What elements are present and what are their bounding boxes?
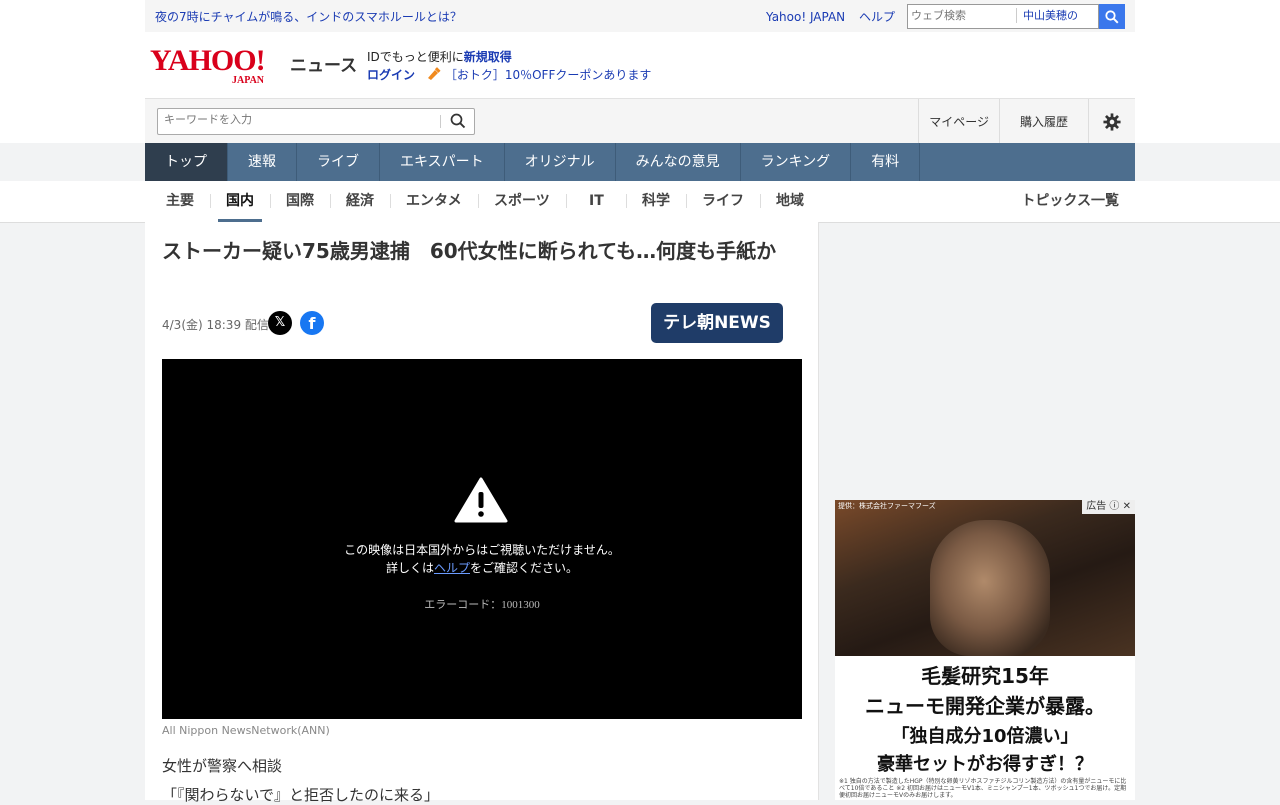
divider [210, 194, 211, 208]
topic-tab-sports[interactable]: スポーツ [494, 181, 550, 219]
x-share-icon[interactable]: 𝕏 [268, 311, 292, 335]
topic-tab-region[interactable]: 地域 [776, 181, 804, 219]
divider [566, 194, 567, 208]
purchase-history-link[interactable]: 購入履歴 [998, 99, 1088, 144]
site-header: YAHOO! JAPAN ニュース IDでもっと便利に新規取得 ログイン ［おト… [0, 32, 1280, 98]
ad-banner[interactable]: 提供：株式会社ファーマフーズ 広告 ⓘ ✕ 毛髪研究15年 ニューモ開発企業が暴… [835, 500, 1135, 800]
yahoo-news-logo[interactable]: YAHOO! JAPAN ニュース [150, 44, 357, 87]
facebook-share-icon[interactable]: f [300, 311, 324, 335]
web-search-input[interactable] [908, 5, 1018, 26]
top-links: Yahoo! JAPAN ヘルプ [756, 8, 895, 25]
video-player[interactable]: この映像は日本国外からはご視聴いただけません。 詳しくはヘルプをご確認ください。… [162, 359, 802, 719]
ad-label-text: 広告 [1086, 501, 1107, 512]
register-link[interactable]: 新規取得 [464, 50, 512, 64]
video-help-pre: 詳しくは [385, 561, 434, 575]
topic-tab-entertainment[interactable]: エンタメ [406, 181, 462, 219]
ad-headline-3: 「独自成分10倍濃い」 [891, 726, 1079, 747]
topic-tab-it[interactable]: IT [589, 181, 604, 219]
search-row-inner: マイページ 購入履歴 [145, 98, 1135, 144]
top-bar: 夜の7時にチャイムが鳴る、インドのスマホルールとは？ Yahoo! JAPAN … [0, 0, 1280, 32]
search-icon[interactable] [450, 113, 466, 129]
warning-icon [454, 477, 508, 523]
article-title: ストーカー疑い75歳男逮捕 60代女性に断られても…何度も手紙か [162, 239, 777, 263]
ad-provider: 提供：株式会社ファーマフーズ [838, 502, 936, 510]
topic-tab-domestic[interactable]: 国内 [218, 181, 262, 222]
logo-yahoo: YAHOO! [150, 44, 266, 77]
video-help-message: 詳しくはヘルプをご確認ください。 [162, 559, 802, 576]
keyword-search-box [157, 108, 475, 135]
video-help-link[interactable]: ヘルプ [434, 561, 470, 575]
article-body-line: 女性が警察へ相談 [162, 757, 283, 775]
logo-japan: JAPAN [232, 75, 265, 86]
ad-label[interactable]: 広告 ⓘ ✕ [1082, 500, 1135, 514]
main-nav: トップ 速報 ライブ エキスパート オリジナル みんなの意見 ランキング 有料 [145, 143, 1135, 181]
article-body-line: 「『関わらないで』と拒否したのに来る」 [162, 786, 440, 804]
search-row: マイページ 購入履歴 [0, 98, 1280, 144]
gear-icon [1103, 112, 1121, 131]
nav-opinion[interactable]: みんなの意見 [616, 143, 741, 181]
video-error-code: エラーコード：1001300 [424, 599, 540, 611]
ad-portrait [930, 520, 1050, 656]
all-topics-link[interactable]: トピックス一覧 [1021, 181, 1119, 221]
divider [478, 194, 479, 208]
divider [390, 194, 391, 208]
web-search-box: 中山美穂の [907, 4, 1099, 29]
logo-news: ニュース [290, 56, 358, 76]
top-bar-inner: 夜の7時にチャイムが鳴る、インドのスマホルールとは？ Yahoo! JAPAN … [145, 0, 1135, 32]
topic-subnav: 主要 国内 国際 経済 エンタメ スポーツ IT 科学 ライフ 地域 トピックス… [0, 181, 1280, 223]
mypage-link[interactable]: マイページ [918, 99, 999, 144]
nav-ranking[interactable]: ランキング [741, 143, 852, 181]
ad-headline-2: ニューモ開発企業が暴露。 [865, 694, 1105, 718]
video-credit: All Nippon NewsNetwork(ANN) [162, 724, 330, 737]
id-promo: IDでもっと便利に新規取得 ログイン ［おトク］10％OFFクーポンあります [367, 48, 651, 84]
ad-fine-print: ※1 独自の方法で製造したHGP（特別な卵黄リゾホスファチジルコリン製造方法）の… [839, 778, 1127, 799]
nav-paid[interactable]: 有料 [851, 143, 921, 181]
topic-tab-science[interactable]: 科学 [642, 181, 670, 219]
search-icon [1105, 9, 1119, 24]
nav-expert[interactable]: エキスパート [380, 143, 505, 181]
topic-tab-life[interactable]: ライフ [702, 181, 744, 219]
search-divider [440, 115, 441, 128]
nav-live[interactable]: ライブ [297, 143, 380, 181]
id-promo-text: IDでもっと便利に [367, 50, 464, 64]
divider [686, 194, 687, 208]
promo-link[interactable]: 夜の7時にチャイムが鳴る、インドのスマホルールとは？ [155, 8, 462, 25]
nav-top[interactable]: トップ [145, 143, 228, 181]
divider [760, 194, 761, 208]
topic-tab-world[interactable]: 国際 [286, 181, 314, 219]
video-unavailable-message: この映像は日本国外からはご視聴いただけません。 [344, 543, 620, 557]
publisher-logo[interactable]: テレ朝NEWS [651, 303, 783, 343]
nav-original[interactable]: オリジナル [505, 143, 616, 181]
nav-breaking[interactable]: 速報 [228, 143, 297, 181]
info-icon[interactable]: ⓘ [1109, 501, 1119, 512]
coupon-icon [427, 67, 441, 80]
article-date: 4/3(金) 18:39 配信 [162, 318, 269, 332]
divider [270, 194, 271, 208]
yahoo-japan-link[interactable]: Yahoo! JAPAN [766, 10, 845, 24]
user-menu: マイページ 購入履歴 [918, 99, 1135, 144]
video-help-post: をご確認ください。 [470, 561, 579, 575]
coupon-link[interactable]: ［おトク］10％OFFクーポンあります [445, 68, 652, 82]
keyword-search-input[interactable] [162, 113, 436, 127]
divider [626, 194, 627, 208]
topic-tab-main[interactable]: 主要 [166, 181, 194, 219]
help-link[interactable]: ヘルプ [859, 10, 895, 24]
ad-headline-1: 毛髪研究15年 [921, 664, 1049, 688]
web-search-button[interactable] [1099, 4, 1125, 29]
topic-subnav-inner: 主要 国内 国際 経済 エンタメ スポーツ IT 科学 ライフ 地域 トピックス… [145, 181, 1135, 222]
close-icon[interactable]: ✕ [1123, 501, 1131, 512]
topic-tab-economy[interactable]: 経済 [346, 181, 374, 219]
ad-copy: 毛髪研究15年 ニューモ開発企業が暴露。 「独自成分10倍濃い」 豪華セットがお… [835, 656, 1135, 800]
settings-button[interactable] [1088, 99, 1135, 144]
divider [330, 194, 331, 208]
ad-headline-4: 豪華セットがお得すぎ！？ [877, 754, 1093, 775]
search-suggestion-chip[interactable]: 中山美穂の [1016, 8, 1103, 23]
login-link[interactable]: ログイン [367, 68, 415, 82]
ad-photo [835, 500, 1135, 656]
article: ストーカー疑い75歳男逮捕 60代女性に断られても…何度も手紙か 4/3(金) … [145, 222, 819, 804]
